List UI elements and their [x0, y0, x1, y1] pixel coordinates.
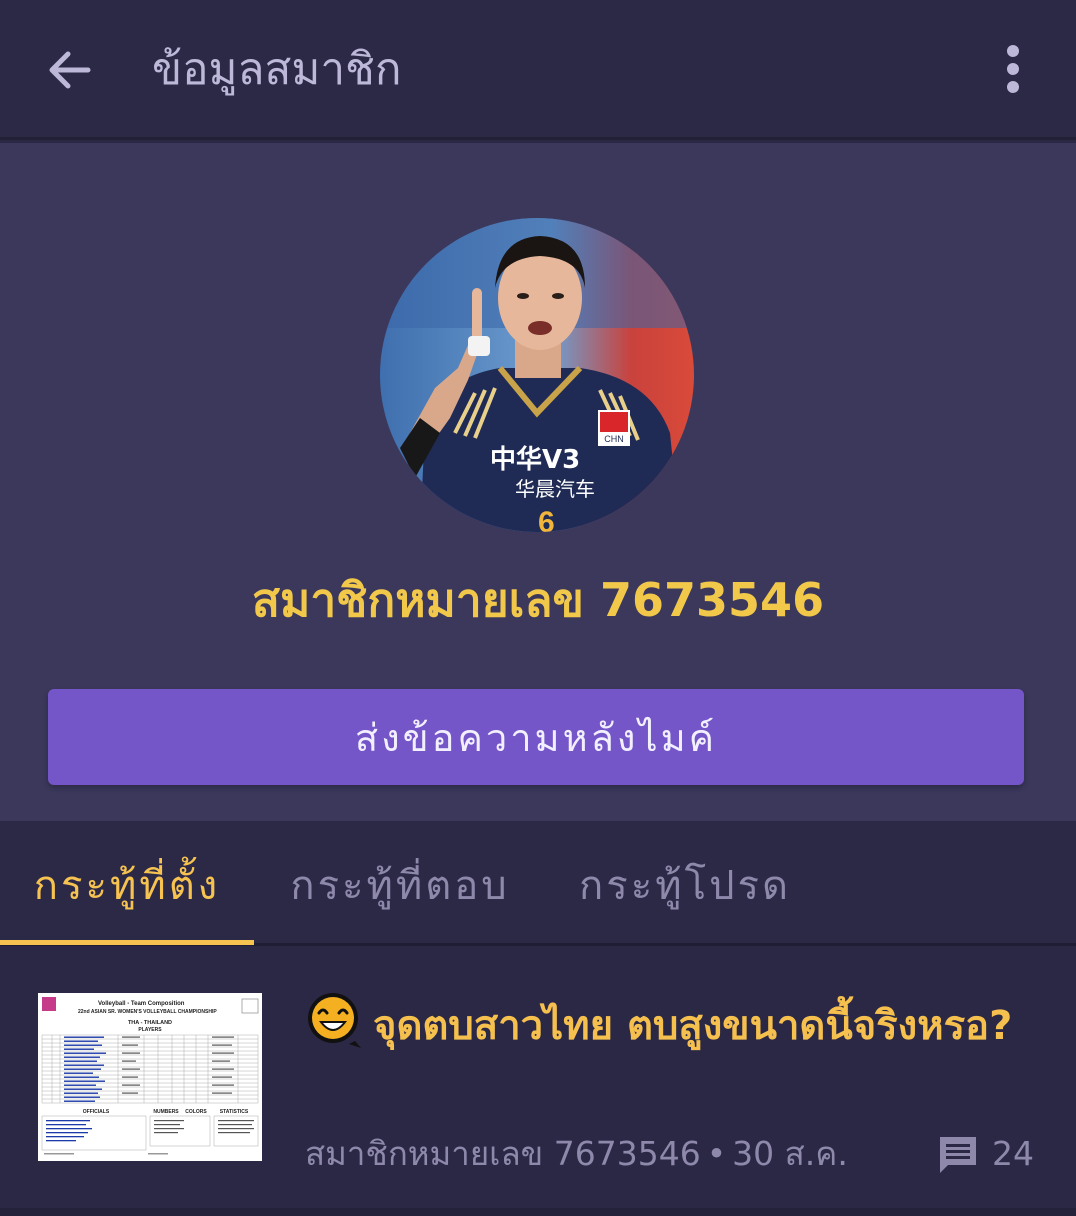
topic-thumbnail[interactable]: Volleyball - Team Composition 22nd ASIAN…	[38, 993, 262, 1161]
svg-text:OFFICIALS: OFFICIALS	[83, 1109, 110, 1115]
team-composition-sheet: Volleyball - Team Composition 22nd ASIAN…	[38, 993, 262, 1161]
active-tab-indicator	[0, 940, 254, 945]
laughing-emoji-icon	[308, 993, 361, 1048]
svg-text:CHN: CHN	[604, 434, 624, 444]
avatar[interactable]: CHN 中华V3 华晨汽车 6	[380, 218, 694, 532]
app-bar: ข้อมูลสมาชิก	[0, 0, 1076, 140]
svg-text:6: 6	[538, 506, 555, 532]
svg-text:华晨汽车: 华晨汽车	[515, 477, 595, 501]
profile-tabs: กระทู้ที่ตั้ง กระทู้ที่ตอบ กระทู้โปรด	[0, 821, 1076, 946]
comment-count: 24	[992, 1134, 1034, 1173]
page-title: ข้อมูลสมาชิก	[152, 44, 402, 95]
tab-created-topics[interactable]: กระทู้ที่ตั้ง	[0, 821, 254, 946]
topic-title-text: จุดตบสาวไทย ตบสูงขนาดนี้จริงหรอ?	[373, 1003, 1013, 1049]
arrow-left-icon[interactable]	[40, 40, 100, 100]
svg-text:COLORS: COLORS	[185, 1109, 207, 1115]
svg-text:THA - THAILAND: THA - THAILAND	[128, 1020, 172, 1026]
svg-text:22nd ASIAN SR. WOMEN'S VOLLEYB: 22nd ASIAN SR. WOMEN'S VOLLEYBALL CHAMPI…	[78, 1009, 217, 1015]
send-private-message-button[interactable]: ส่งข้อความหลังไมค์	[48, 689, 1024, 785]
topic-title[interactable]: จุดตบสาวไทย ตบสูงขนาดนี้จริงหรอ?	[305, 979, 1045, 1073]
topic-author[interactable]: สมาชิกหมายเลข 7673546	[305, 1134, 701, 1173]
list-divider	[0, 1208, 1076, 1216]
tab-replied-topics[interactable]: กระทู้ที่ตอบ	[270, 821, 530, 946]
profile-section: CHN 中华V3 华晨汽车 6 สมาชิกหมายเลข 7673546 ส่…	[0, 143, 1076, 821]
tab-favorite-topics[interactable]: กระทู้โปรด	[560, 821, 810, 946]
svg-text:中华V3: 中华V3	[490, 444, 580, 475]
topic-date: 30 ส.ค.	[732, 1134, 848, 1173]
member-number: สมาชิกหมายเลข 7673546	[251, 573, 825, 627]
comment-icon	[940, 1137, 976, 1173]
svg-text:Volleyball - Team Composition: Volleyball - Team Composition	[98, 1001, 185, 1007]
topic-list: Volleyball - Team Composition 22nd ASIAN…	[0, 949, 1076, 1216]
more-vert-icon[interactable]	[990, 40, 1036, 100]
meta-separator: •	[706, 1134, 727, 1173]
topic-meta: สมาชิกหมายเลข 7673546 • 30 ส.ค.	[305, 1129, 848, 1179]
svg-text:PLAYERS: PLAYERS	[138, 1027, 162, 1033]
svg-text:NUMBERS: NUMBERS	[153, 1109, 179, 1115]
svg-text:STATISTICS: STATISTICS	[220, 1109, 249, 1115]
